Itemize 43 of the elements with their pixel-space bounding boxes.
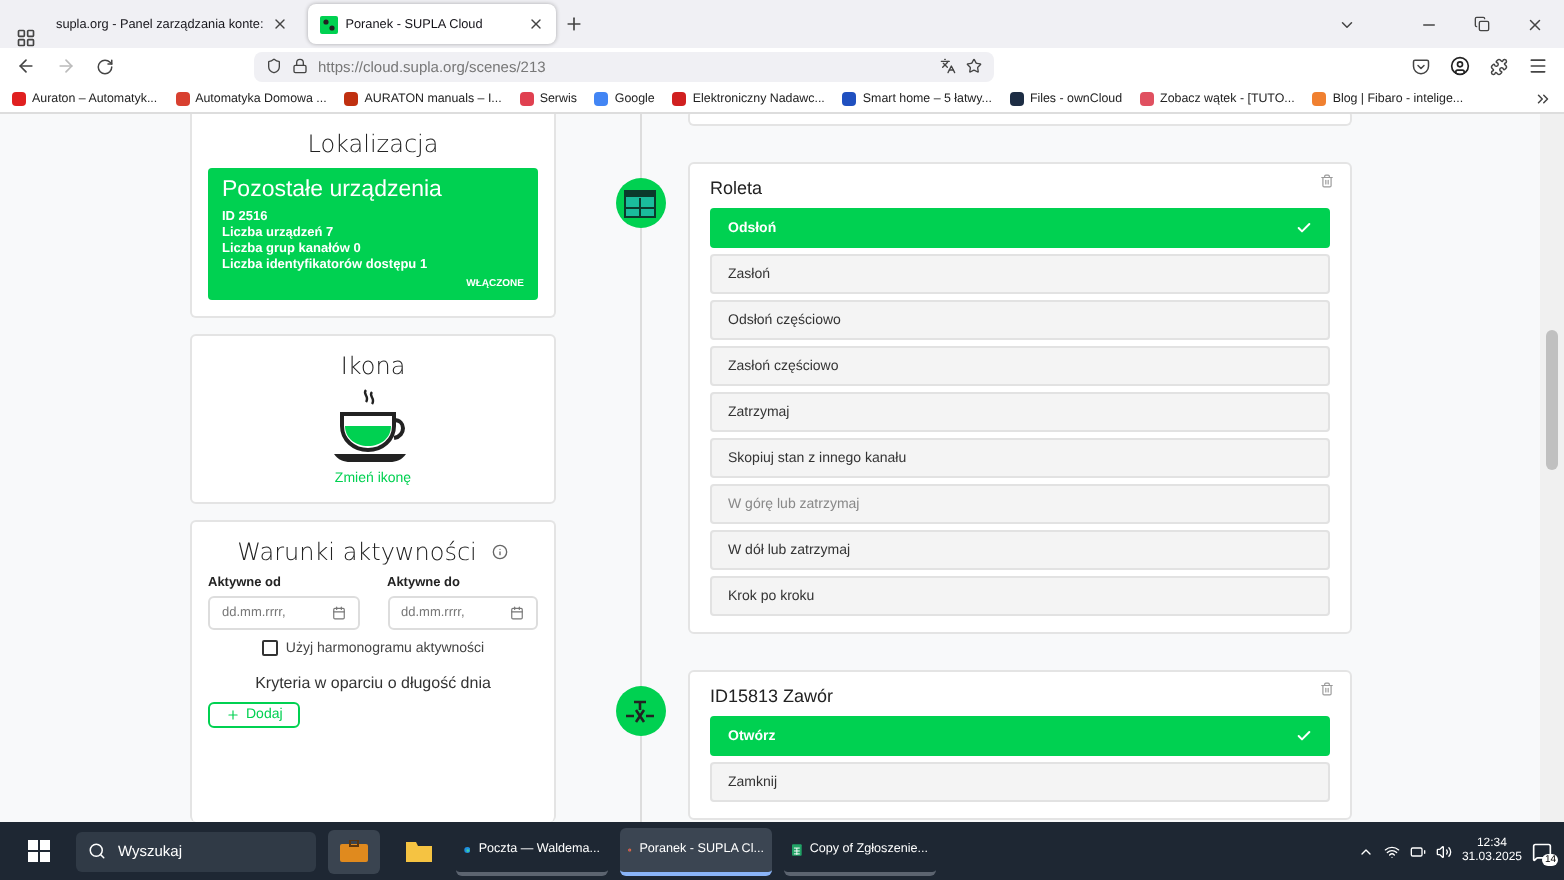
back-icon[interactable] <box>16 56 36 76</box>
calendar-icon[interactable] <box>510 606 524 620</box>
chevrons-right-icon[interactable] <box>1534 89 1552 107</box>
checkbox[interactable] <box>261 640 278 656</box>
plus-icon <box>226 708 240 722</box>
battery-icon[interactable] <box>1409 843 1426 859</box>
section-heading: Kryteria w oparciu o długość dnia <box>255 674 491 692</box>
menu-icon[interactable] <box>1528 56 1548 76</box>
reload-icon[interactable] <box>96 57 114 75</box>
check-icon <box>1296 220 1312 236</box>
briefcase-icon[interactable] <box>328 829 380 873</box>
window-shutter-icon <box>624 189 656 217</box>
trash-icon[interactable] <box>1320 174 1334 188</box>
search-icon <box>88 842 106 860</box>
close-icon[interactable] <box>527 16 544 32</box>
notification-icon[interactable] <box>1532 841 1552 861</box>
pocket-icon[interactable] <box>1412 57 1430 75</box>
scrollbar[interactable] <box>1540 114 1564 822</box>
new-tab-icon[interactable] <box>563 14 584 34</box>
check-icon <box>1296 728 1312 744</box>
translate-icon[interactable] <box>940 58 956 74</box>
tab-list-icon[interactable] <box>16 28 36 48</box>
account-icon[interactable] <box>1450 56 1470 76</box>
restore-icon[interactable] <box>1474 16 1490 32</box>
close-icon[interactable] <box>271 16 288 32</box>
extensions-icon[interactable] <box>1490 57 1508 75</box>
step-title: ID15813 Zawór <box>710 686 834 706</box>
tile-title: Pozostałe urządzenia <box>222 178 444 202</box>
card-heading: Warunki aktywności <box>237 538 477 566</box>
lock-icon <box>292 58 308 74</box>
speaker-icon[interactable] <box>1435 843 1452 859</box>
close-icon[interactable] <box>1526 15 1544 33</box>
supla-logo-icon <box>319 15 338 33</box>
step-title: Roleta <box>710 178 763 198</box>
shield-icon <box>266 58 282 74</box>
card-heading: Lokalizacja <box>307 130 439 158</box>
calendar-icon[interactable] <box>331 606 345 620</box>
star-icon[interactable] <box>966 58 982 74</box>
info-icon[interactable] <box>492 544 509 560</box>
trash-icon[interactable] <box>1320 682 1334 696</box>
card-heading: Ikona <box>340 352 406 380</box>
wifi-icon[interactable] <box>1383 843 1400 859</box>
valve-icon <box>624 699 656 723</box>
